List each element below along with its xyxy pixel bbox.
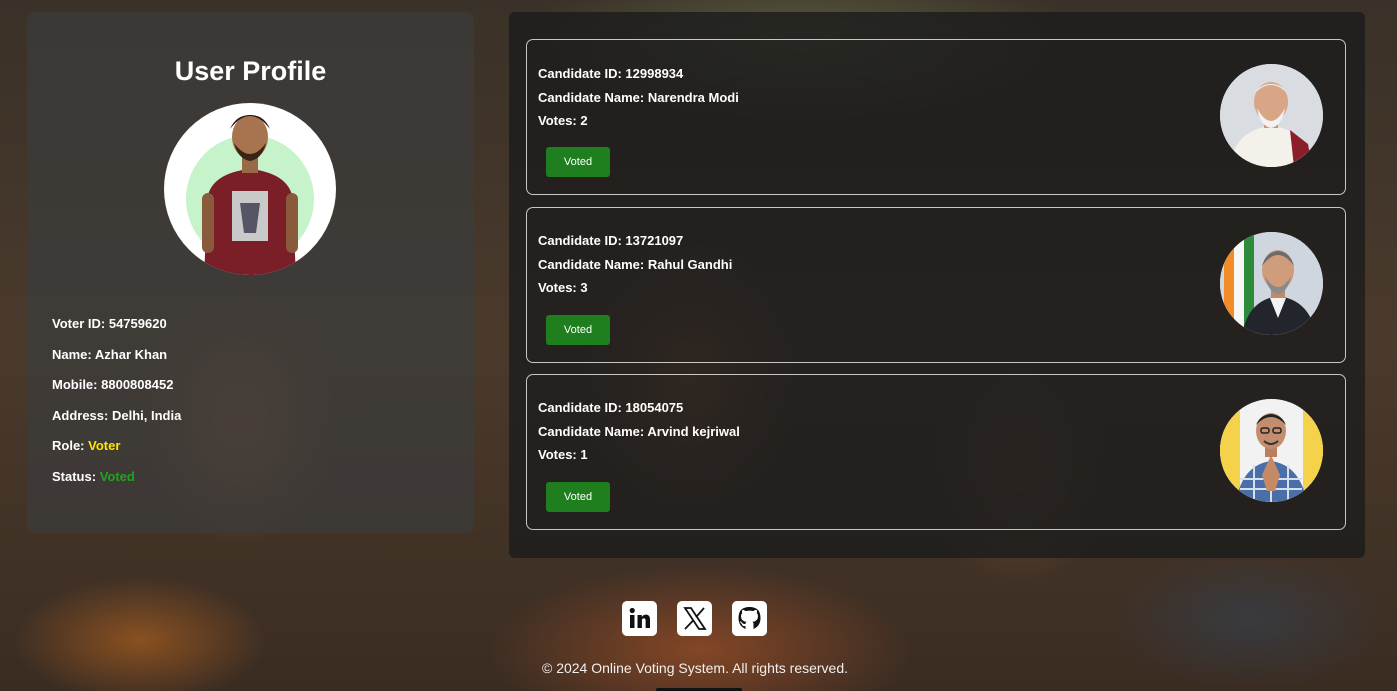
candidate-name-value: Arvind kejriwal <box>647 424 740 439</box>
candidate-name: Candidate Name: Narendra Modi <box>538 89 739 107</box>
candidate-name-value: Narendra Modi <box>647 90 739 105</box>
status-label: Status: <box>52 468 97 484</box>
candidate-id-label: Candidate ID: <box>538 233 622 248</box>
user-avatar <box>164 103 336 275</box>
candidate-id: Candidate ID: 13721097 <box>538 232 683 250</box>
candidate-name-value: Rahul Gandhi <box>647 257 733 272</box>
voted-button[interactable]: Voted <box>546 482 610 512</box>
voter-id-row: Voter ID: 54759620 <box>52 314 181 345</box>
address-row: Address: Delhi, India <box>52 406 181 437</box>
role-value: Voter <box>88 438 121 453</box>
candidate-votes: Votes: 2 <box>538 112 588 130</box>
candidate-card: Candidate ID: 12998934 Candidate Name: N… <box>526 39 1346 195</box>
name-value: Azhar Khan <box>94 346 168 362</box>
status-value: Voted <box>99 468 135 484</box>
candidate-votes-value: 1 <box>580 447 588 462</box>
candidate-votes-label: Votes: <box>538 447 577 462</box>
candidate-card: Candidate ID: 13721097 Candidate Name: R… <box>526 207 1346 363</box>
voter-id-value: 54759620 <box>108 316 167 331</box>
candidate-votes-label: Votes: <box>538 280 577 295</box>
mobile-label: Mobile: <box>52 377 98 392</box>
candidate-photo <box>1220 399 1323 502</box>
candidate-votes: Votes: 1 <box>538 446 588 464</box>
profile-title: User Profile <box>174 56 327 86</box>
candidates-panel: Candidate ID: 12998934 Candidate Name: N… <box>509 12 1365 558</box>
linkedin-icon[interactable] <box>622 601 657 636</box>
candidate-id-value: 18054075 <box>625 400 684 415</box>
mobile-value: 8800808452 <box>101 377 174 392</box>
candidate-id-value: 13721097 <box>625 233 684 248</box>
name-label: Name: <box>52 346 92 362</box>
candidate-name: Candidate Name: Arvind kejriwal <box>538 423 740 441</box>
candidate-photo <box>1220 232 1323 335</box>
profile-details: Voter ID: 54759620 Name: Azhar Khan Mobi… <box>52 314 181 497</box>
candidate-id: Candidate ID: 12998934 <box>538 65 683 83</box>
role-row: Role: Voter <box>52 436 181 467</box>
user-profile-card: User Profile Voter ID: 54759620 Name: Az… <box>27 12 474 533</box>
candidate-name: Candidate Name: Rahul Gandhi <box>538 256 732 274</box>
candidate-name-label: Candidate Name: <box>538 257 645 272</box>
role-label: Role: <box>52 438 85 453</box>
voted-button[interactable]: Voted <box>546 147 610 177</box>
address-label: Address: <box>52 407 109 423</box>
footer-copyright: © 2024 Online Voting System. All rights … <box>541 660 849 676</box>
voted-button[interactable]: Voted <box>546 315 610 345</box>
candidate-photo <box>1220 64 1323 167</box>
candidate-id-label: Candidate ID: <box>538 66 622 81</box>
candidate-id: Candidate ID: 18054075 <box>538 399 683 417</box>
candidate-id-value: 12998934 <box>625 66 684 81</box>
candidate-votes-value: 2 <box>580 113 588 128</box>
candidate-votes-value: 3 <box>580 280 588 295</box>
candidate-votes: Votes: 3 <box>538 279 588 297</box>
name-row: Name: Azhar Khan <box>52 345 181 376</box>
candidate-name-label: Candidate Name: <box>538 424 645 439</box>
candidate-card: Candidate ID: 18054075 Candidate Name: A… <box>526 374 1346 530</box>
x-twitter-icon[interactable] <box>677 601 712 636</box>
mobile-row: Mobile: 8800808452 <box>52 375 181 406</box>
voter-id-label: Voter ID: <box>52 316 106 331</box>
status-row: Status: Voted <box>52 467 181 498</box>
candidate-id-label: Candidate ID: <box>538 400 622 415</box>
candidate-name-label: Candidate Name: <box>538 90 645 105</box>
candidate-votes-label: Votes: <box>538 113 577 128</box>
github-icon[interactable] <box>732 601 767 636</box>
address-value: Delhi, India <box>111 407 182 423</box>
